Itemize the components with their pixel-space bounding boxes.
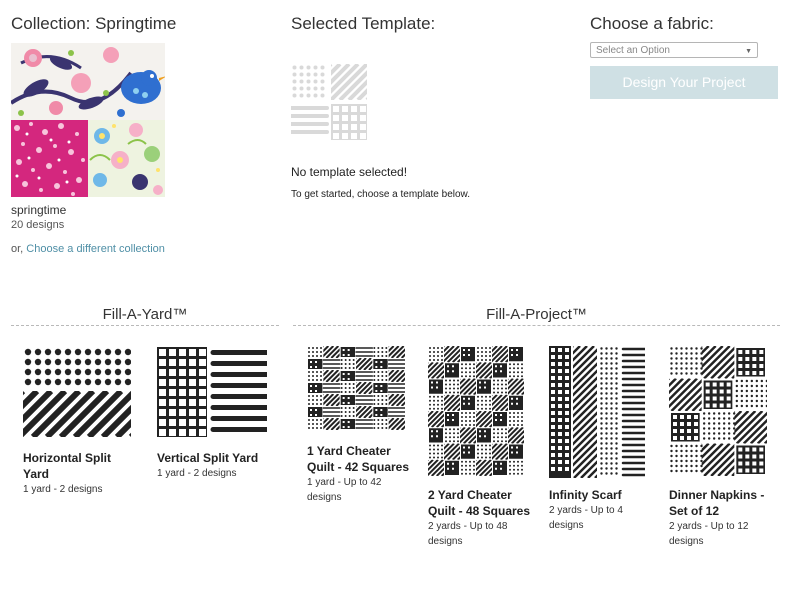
collection-preview[interactable] [11, 43, 165, 197]
template-name-line1: Infinity Scarf [549, 488, 622, 502]
choose-fabric-heading: Choose a fabric: [590, 14, 714, 33]
fill-a-yard-title: Fill-A-Yard™ [102, 306, 188, 323]
template-desc-line1: 2 yards - Up to 48 [428, 521, 508, 532]
template-infinity-scarf[interactable]: Infinity Scarf 2 yards - Up to 4 designs [549, 346, 649, 533]
design-your-project-button[interactable]: Design Your Project [590, 66, 778, 99]
fabric-select-value: Select an Option [596, 45, 670, 56]
pastel-floral-swatch [88, 120, 165, 197]
template-vertical-split-yard[interactable]: Vertical Split Yard 1 yard - 2 designs [157, 347, 277, 481]
fill-a-project-title: Fill-A-Project™ [486, 306, 587, 323]
fill-a-yard-divider [11, 325, 279, 326]
template-desc-line1: 1 yard - Up to 42 [307, 477, 382, 488]
template-desc-line1: 2 yards - Up to 4 [549, 505, 623, 516]
template-2-yard-cheater-quilt[interactable]: 2 Yard Cheater Quilt - 48 Squares 2 yard… [428, 346, 538, 549]
template-horizontal-split-yard[interactable]: Horizontal Split Yard 1 yard - 2 designs [23, 347, 133, 497]
change-collection-row: or, Choose a different collection [11, 243, 165, 255]
template-desc: 1 yard - 2 designs [23, 484, 103, 495]
collection-design-count: 20 designs [11, 219, 65, 231]
template-name-line2: Quilt - 42 Squares [307, 460, 410, 474]
dinner-napkins-icon [669, 346, 769, 476]
cheater-quilt-2-yard-icon [428, 346, 524, 476]
template-name: Vertical Split Yard [157, 451, 259, 465]
vertical-split-yard-icon [157, 347, 270, 437]
template-desc: 1 yard - 2 designs [157, 468, 237, 479]
no-template-message: No template selected! [291, 165, 408, 179]
template-desc-line2: designs [428, 536, 463, 547]
pink-ditsy-swatch [11, 120, 88, 197]
template-name-line1: Dinner Napkins - [669, 488, 765, 502]
template-desc-line2: designs [549, 520, 584, 531]
template-1-yard-cheater-quilt[interactable]: 1 Yard Cheater Quilt - 42 Squares 1 yard… [307, 346, 417, 505]
template-desc-line2: designs [307, 492, 342, 503]
template-name-line1: 2 Yard Cheater [428, 488, 512, 502]
fabric-select[interactable]: Select an Option ▼ [590, 42, 758, 58]
template-desc-line1: 2 yards - Up to 12 [669, 521, 749, 532]
chevron-down-icon: ▼ [745, 48, 752, 55]
floral-bird-swatch [11, 43, 165, 120]
horizontal-split-yard-icon [23, 348, 132, 437]
fill-a-project-divider [293, 325, 780, 326]
template-name-line2: Quilt - 48 Squares [428, 504, 531, 518]
template-placeholder-icon [289, 64, 369, 142]
template-name: Horizontal Split Yard [23, 451, 111, 481]
collection-heading: Collection: Springtime [11, 14, 177, 33]
template-desc-line2: designs [669, 536, 704, 547]
template-name-line2: Set of 12 [669, 504, 720, 518]
template-dinner-napkins[interactable]: Dinner Napkins - Set of 12 2 yards - Up … [669, 346, 779, 549]
selected-template-heading: Selected Template: [291, 14, 436, 33]
template-name-line1: 1 Yard Cheater [307, 444, 391, 458]
or-label: or, [11, 243, 24, 255]
collection-name: springtime [11, 203, 67, 217]
no-template-hint: To get started, choose a template below. [291, 189, 470, 200]
choose-different-collection-link[interactable]: Choose a different collection [26, 243, 165, 255]
infinity-scarf-icon [549, 346, 647, 478]
cheater-quilt-1-yard-icon [308, 346, 406, 430]
